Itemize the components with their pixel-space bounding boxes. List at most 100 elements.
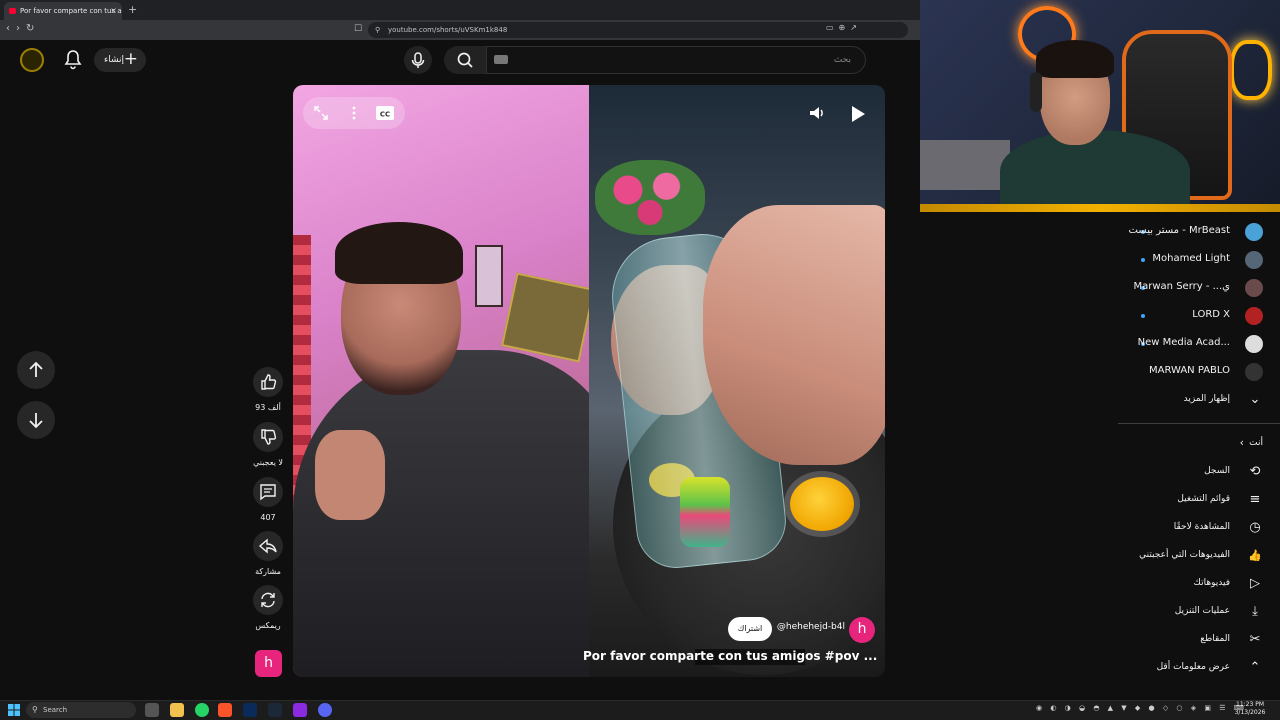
new-content-dot (1141, 258, 1145, 262)
more-options-icon[interactable] (344, 103, 364, 123)
fullscreen-icon[interactable] (311, 103, 331, 123)
bookmark-icon[interactable]: ☐ (354, 24, 362, 34)
menu-item-label: قوائم التشغيل (1177, 494, 1230, 504)
subscription-item[interactable]: مستر بيست - MrBeast (920, 218, 1280, 246)
video-title[interactable]: Por favor comparte con tus amigos #pov .… (583, 649, 877, 663)
new-tab-button[interactable]: + (128, 3, 137, 16)
subscription-item[interactable]: Mohamed Light (920, 246, 1280, 274)
bottle-cap (680, 477, 730, 547)
next-short-button[interactable] (17, 401, 55, 439)
chevron-up-icon: ⌃ (1249, 660, 1261, 675)
chevron-down-icon: ⌄ (1249, 392, 1261, 407)
captions-icon[interactable]: CC (375, 104, 395, 122)
dislike-label: لا يعجبني (253, 458, 283, 467)
remix-button[interactable] (253, 585, 283, 615)
player-controls-pill: CC (303, 97, 405, 129)
search-input[interactable]: بحث (486, 46, 866, 74)
remix-icon (261, 592, 275, 608)
taskbar-search-label: Search (43, 706, 68, 714)
search-icon: ⚲ (32, 705, 38, 714)
forward-icon[interactable]: › (16, 23, 26, 34)
flowers (595, 160, 705, 235)
site-info-icon[interactable]: ⚲ (375, 22, 380, 38)
comments-button[interactable] (253, 477, 283, 507)
guide-sidebar: مستر بيست - MrBeast Mohamed Light Marwan… (920, 212, 1280, 690)
channel-avatar (1245, 335, 1263, 353)
hand-right (703, 205, 885, 465)
subscribe-button[interactable]: اشتراك (728, 617, 772, 641)
book (501, 272, 595, 363)
search-icon (457, 52, 473, 68)
brave-browser-icon[interactable] (218, 703, 232, 717)
like-button[interactable] (253, 367, 283, 397)
play-icon[interactable] (843, 100, 871, 128)
voice-search-button[interactable] (404, 46, 432, 74)
subscription-name: Marwan Serry - ...ي (1133, 281, 1231, 292)
subscription-item[interactable]: Marwan Serry - ...ي (920, 274, 1280, 302)
keyboard-icon[interactable] (494, 55, 508, 64)
browser-tab[interactable]: Por favor comparte con tus amigos × (4, 2, 122, 20)
previous-short-button[interactable] (17, 351, 55, 389)
show-more-label: إظهار المزيد (1183, 394, 1230, 404)
subscription-item[interactable]: New Media Acad... (920, 330, 1280, 358)
channel-name[interactable]: @hehehejd-b4l (763, 622, 845, 632)
app-icon[interactable] (293, 703, 307, 717)
new-content-dot (1141, 314, 1145, 318)
share-icon (258, 538, 277, 554)
taskbar-clock[interactable]: 11:23 PM 3/13/2026 (1230, 701, 1270, 717)
watch-later-icon: ◷ (1249, 520, 1261, 535)
menu-item-your-videos[interactable]: فيديوهاتك ▷ (920, 570, 1280, 598)
back-icon[interactable]: ‹ (6, 23, 16, 34)
subscription-item[interactable]: MARWAN PABLO (920, 358, 1280, 386)
dislike-button[interactable] (253, 422, 283, 452)
browser-tab-bar (0, 0, 920, 20)
menu-item-show-less[interactable]: عرض معلومات أقل ⌃ (920, 654, 1280, 682)
discord-icon[interactable] (318, 703, 332, 717)
windows-start-icon[interactable] (8, 704, 20, 716)
notifications-bell-icon[interactable] (64, 50, 82, 70)
menu-item-history[interactable]: السجل ⟲ (920, 458, 1280, 486)
microphone-icon (411, 52, 425, 68)
arrow-down-icon (29, 413, 43, 429)
tab-title: Por favor comparte con tus amigos (20, 7, 122, 15)
account-avatar[interactable] (20, 48, 44, 72)
webcam-frame-border (920, 204, 1280, 212)
system-tray-icons[interactable]: ◉ ◐ ◑ ◒ ◓ ▲ ▼ ◆ ● ◇ ○ ◈ ▣ ☰ ⌨ (1036, 704, 1247, 712)
menu-item-label: عمليات التنزيل (1174, 606, 1230, 616)
create-button[interactable]: إنشاء + (94, 48, 146, 72)
sidebar-divider (1118, 423, 1280, 424)
streamer-body (1000, 130, 1190, 212)
menu-item-liked[interactable]: الفيديوهات التي أعجبتني 👍 (920, 542, 1280, 570)
thumbs-up-icon (261, 374, 277, 390)
menu-item-downloads[interactable]: عمليات التنزيل ⤓ (920, 598, 1280, 626)
channel-avatar (1245, 363, 1263, 381)
share-button[interactable] (253, 531, 283, 561)
extension-icons[interactable]: ▭⊕↗ (826, 23, 862, 32)
search-button[interactable] (444, 46, 486, 74)
menu-item-label: المشاهدة لاحقًا (1173, 522, 1230, 532)
steam-icon[interactable] (268, 703, 282, 717)
menu-item-clips[interactable]: المقاطع ✂ (920, 626, 1280, 654)
comment-count: 407 (260, 513, 276, 522)
channel-avatar (1245, 279, 1263, 297)
clock-date: 3/13/2026 (1234, 709, 1266, 716)
whatsapp-icon[interactable] (195, 703, 209, 717)
channel-thumbnail[interactable]: h (255, 650, 282, 677)
short-video-player[interactable]: CC h @hehehejd-b4l اشتراك Por favor comp… (293, 85, 885, 677)
you-section-header[interactable]: أنت ‹ (920, 430, 1280, 458)
remix-label: ريمكس (255, 621, 281, 630)
show-more-button[interactable]: إظهار المزيد ⌄ (920, 386, 1280, 414)
tab-close-icon[interactable]: × (110, 2, 117, 20)
reload-icon[interactable]: ↻ (26, 23, 40, 34)
channel-avatar (1245, 307, 1263, 325)
menu-item-watch-later[interactable]: المشاهدة لاحقًا ◷ (920, 514, 1280, 542)
history-icon: ⟲ (1249, 464, 1261, 479)
taskbar-search[interactable]: ⚲ Search (26, 702, 136, 718)
channel-avatar[interactable]: h (849, 617, 875, 643)
volume-icon[interactable] (806, 102, 828, 124)
file-explorer-icon[interactable] (170, 703, 184, 717)
task-view-icon[interactable] (145, 703, 159, 717)
subscription-item[interactable]: LORD X (920, 302, 1280, 330)
photoshop-icon[interactable] (243, 703, 257, 717)
menu-item-playlists[interactable]: قوائم التشغيل ≡ (920, 486, 1280, 514)
